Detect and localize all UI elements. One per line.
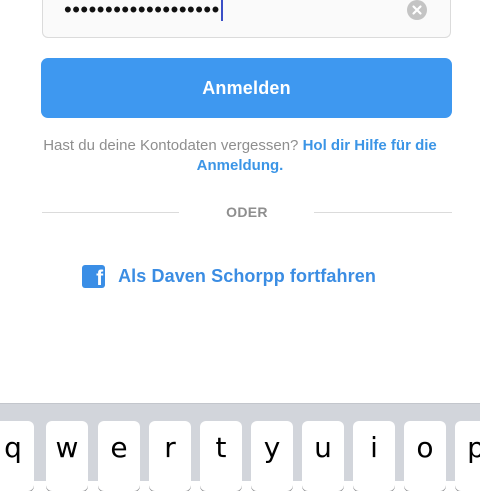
facebook-continue-button[interactable]: f Als Daven Schorpp fortfahren	[0, 262, 480, 290]
password-field[interactable]: •••••••••••••••••••	[42, 0, 451, 38]
or-label: ODER	[226, 204, 268, 220]
login-button[interactable]: Anmelden	[41, 58, 452, 118]
password-text: •••••••••••••••••••	[64, 0, 223, 21]
facebook-icon: f	[82, 264, 106, 288]
key-y[interactable]: y	[251, 421, 293, 491]
clear-icon[interactable]	[407, 0, 427, 20]
keyboard: q w e r t y u i o p	[0, 403, 480, 491]
divider-line-left	[42, 212, 179, 213]
facebook-continue-label: Als Daven Schorpp fortfahren	[118, 265, 376, 286]
key-q[interactable]: q	[0, 421, 34, 491]
key-t[interactable]: t	[200, 421, 242, 491]
divider-line-right	[314, 212, 452, 213]
key-r[interactable]: r	[149, 421, 191, 491]
key-o[interactable]: o	[404, 421, 446, 491]
key-p[interactable]: p	[455, 421, 480, 491]
key-i[interactable]: i	[353, 421, 395, 491]
forgot-login-help: Hast du deine Kontodaten vergessen? Hol …	[30, 136, 450, 176]
key-u[interactable]: u	[302, 421, 344, 491]
help-prefix-text: Hast du deine Kontodaten vergessen?	[43, 137, 303, 154]
key-e[interactable]: e	[98, 421, 140, 491]
text-caret	[220, 0, 223, 21]
key-w[interactable]: w	[46, 421, 88, 491]
